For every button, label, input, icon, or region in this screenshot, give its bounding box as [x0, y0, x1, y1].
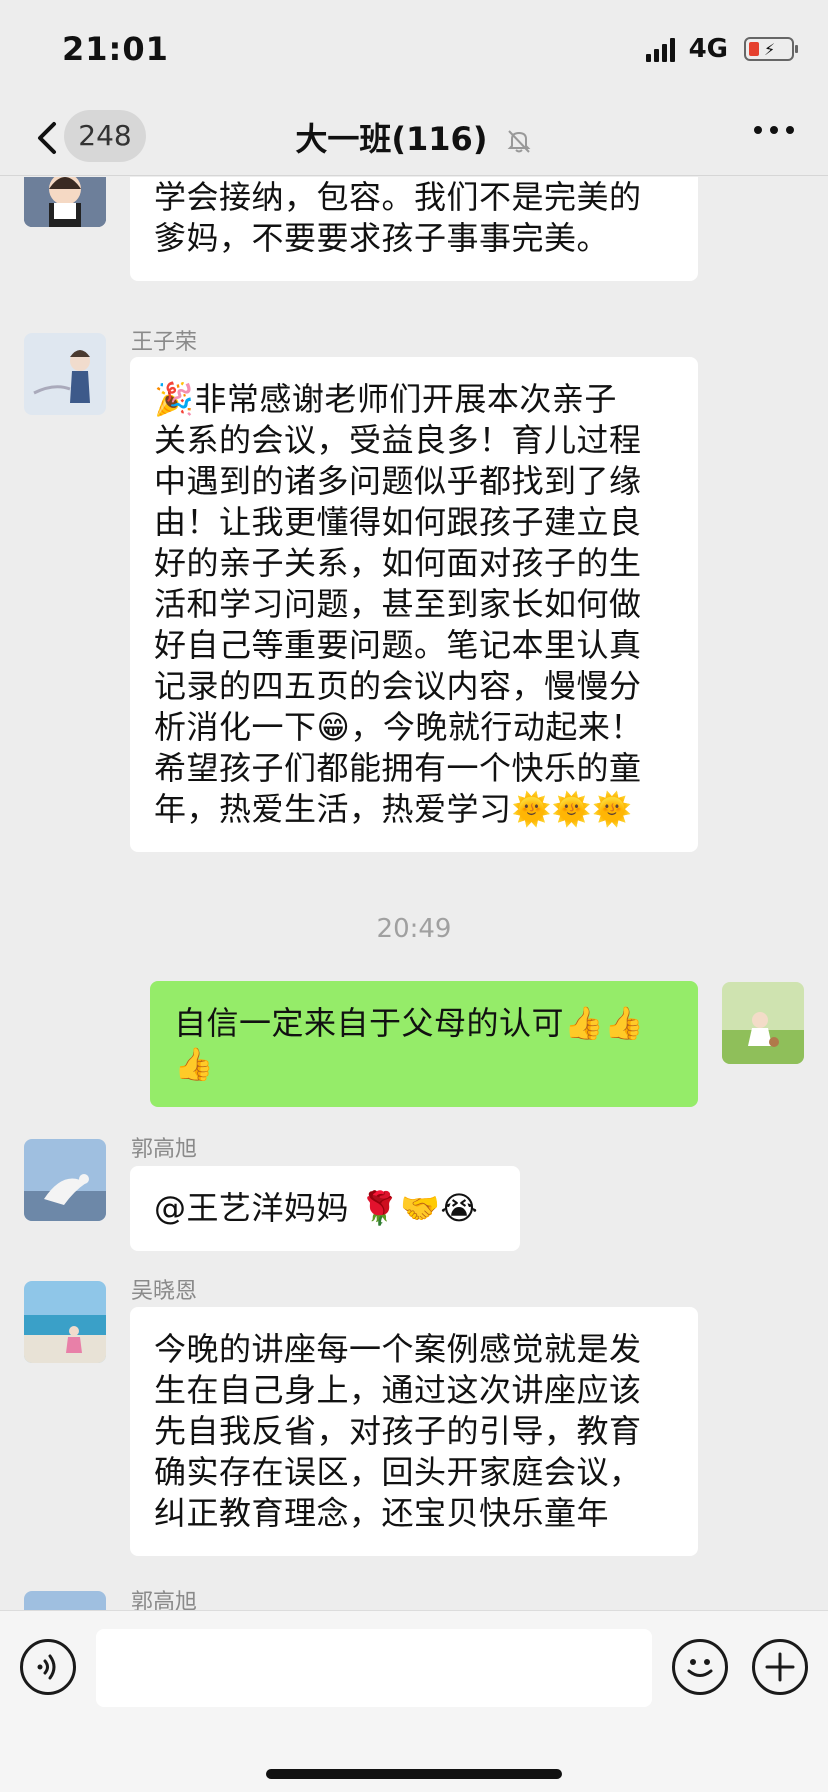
status-time: 21:01 — [62, 30, 169, 68]
message-bubble[interactable]: 🎉非常感谢老师们开展本次亲子 关系的会议，受益良多！育儿过程 中遇到的诸多问题似… — [130, 357, 698, 852]
voice-button[interactable] — [20, 1639, 76, 1695]
plus-icon — [765, 1652, 795, 1682]
sender-name: 王子荣 — [131, 330, 198, 355]
home-indicator — [266, 1769, 562, 1779]
chat-title-wrap: 大一班(116) — [0, 114, 828, 160]
mute-icon — [507, 130, 531, 153]
avatar[interactable] — [24, 1591, 106, 1610]
sender-name: 郭高旭 — [131, 1590, 198, 1610]
nav-bar: 248 大一班(116) — [0, 100, 828, 176]
input-bar — [0, 1610, 828, 1792]
avatar[interactable] — [24, 1139, 106, 1221]
plus-button[interactable] — [752, 1639, 808, 1695]
my-avatar[interactable] — [722, 982, 804, 1064]
voice-icon — [37, 1654, 56, 1680]
more-icon[interactable] — [754, 126, 794, 134]
sender-name: 郭高旭 — [131, 1137, 198, 1162]
emoji-button[interactable] — [672, 1639, 728, 1695]
avatar[interactable] — [24, 177, 106, 227]
avatar[interactable] — [24, 333, 106, 415]
emoji-icon — [687, 1659, 713, 1677]
battery-icon: ⚡ — [744, 37, 798, 61]
sender-name: 吴晓恩 — [131, 1279, 198, 1304]
chat-area[interactable]: 学会接纳，包容。我们不是完美的 爹妈，不要要求孩子事事完美。 王子荣 🎉非常感谢… — [0, 177, 828, 1610]
avatar[interactable] — [24, 1281, 106, 1363]
message-bubble[interactable]: 学会接纳，包容。我们不是完美的 爹妈，不要要求孩子事事完美。 — [130, 177, 698, 281]
network-type: 4G — [688, 34, 728, 64]
time-separator: 20:49 — [376, 914, 452, 944]
message-bubble[interactable]: @王艺洋妈妈 🌹🤝😭 — [130, 1166, 520, 1251]
my-message-bubble[interactable]: 自信一定来自于父母的认可👍👍 👍 — [150, 981, 698, 1107]
chat-title: 大一班(116) — [295, 120, 488, 158]
status-indicators: 4G ⚡ — [645, 34, 798, 64]
status-bar: 21:01 4G ⚡ — [0, 0, 828, 100]
signal-icon — [645, 36, 675, 62]
message-bubble[interactable]: 今晚的讲座每一个案例感觉就是发 生在自己身上，通过这次讲座应该 先自我反省，对孩… — [130, 1307, 698, 1556]
message-input[interactable] — [96, 1629, 652, 1707]
